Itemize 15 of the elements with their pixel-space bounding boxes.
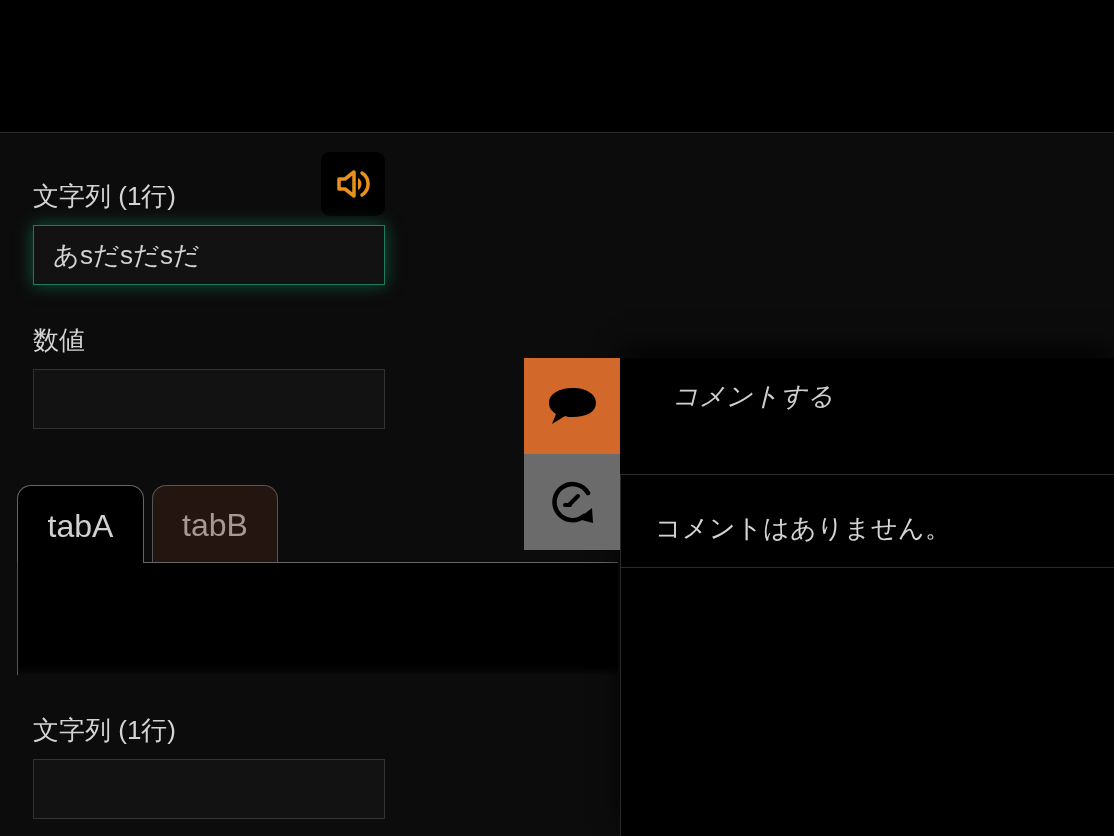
- text-field[interactable]: [33, 369, 385, 429]
- field-label: 数値: [33, 324, 85, 356]
- field-label: 文字列 (1行): [33, 180, 176, 212]
- speech-bubble-icon: [547, 386, 597, 426]
- tab[interactable]: tabA: [17, 485, 144, 563]
- comment-button[interactable]: [524, 358, 620, 454]
- sound-button[interactable]: [321, 152, 385, 216]
- field-label: 文字列 (1行): [33, 714, 176, 746]
- comment-input[interactable]: コメントする: [620, 358, 1114, 475]
- tab[interactable]: tabB: [152, 485, 278, 562]
- empty-comments-message: コメントはありません。: [655, 513, 951, 543]
- history-button[interactable]: [524, 454, 620, 550]
- text-field[interactable]: あsだsだsだ: [33, 225, 385, 285]
- speaker-icon: [336, 169, 370, 199]
- text-field[interactable]: [33, 759, 385, 819]
